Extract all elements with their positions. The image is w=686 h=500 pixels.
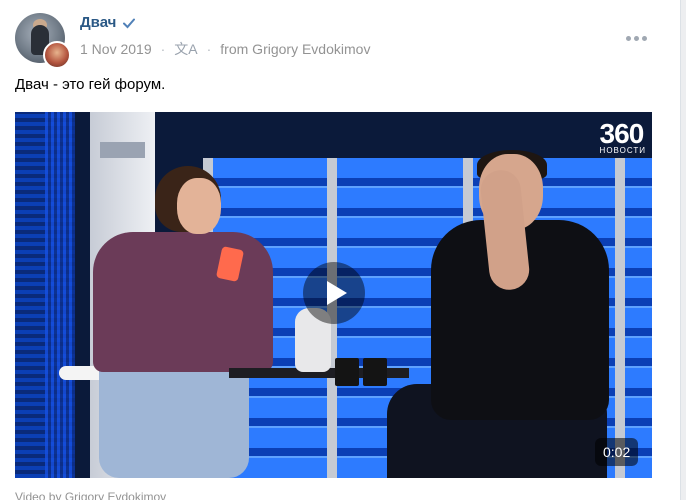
author-avatar-badge[interactable] [43,41,71,69]
translate-icon[interactable]: 文A [174,39,197,59]
post-source[interactable]: from Grigory Evdokimov [220,41,370,57]
play-button[interactable] [303,262,365,324]
video-player[interactable]: 360 НОВОСТИ 0:02 [15,112,652,478]
verified-icon [123,18,136,28]
avatar[interactable] [15,13,71,69]
play-icon [326,281,347,305]
channel-logo: 360 НОВОСТИ [599,118,646,155]
post-text: Двач - это гей форум. [15,76,166,93]
video-duration: 0:02 [595,438,639,466]
post-date[interactable]: 1 Nov 2019 [80,41,152,57]
post-meta: 1 Nov 2019 · 文A · from Grigory Evdokimov [80,39,371,59]
video-caption[interactable]: Video by Grigory Evdokimov [15,490,166,500]
more-icon[interactable] [626,31,650,45]
author-name[interactable]: Двач [80,14,136,31]
post-card: Двач 1 Nov 2019 · 文A · from Grigory Evdo… [0,0,681,500]
